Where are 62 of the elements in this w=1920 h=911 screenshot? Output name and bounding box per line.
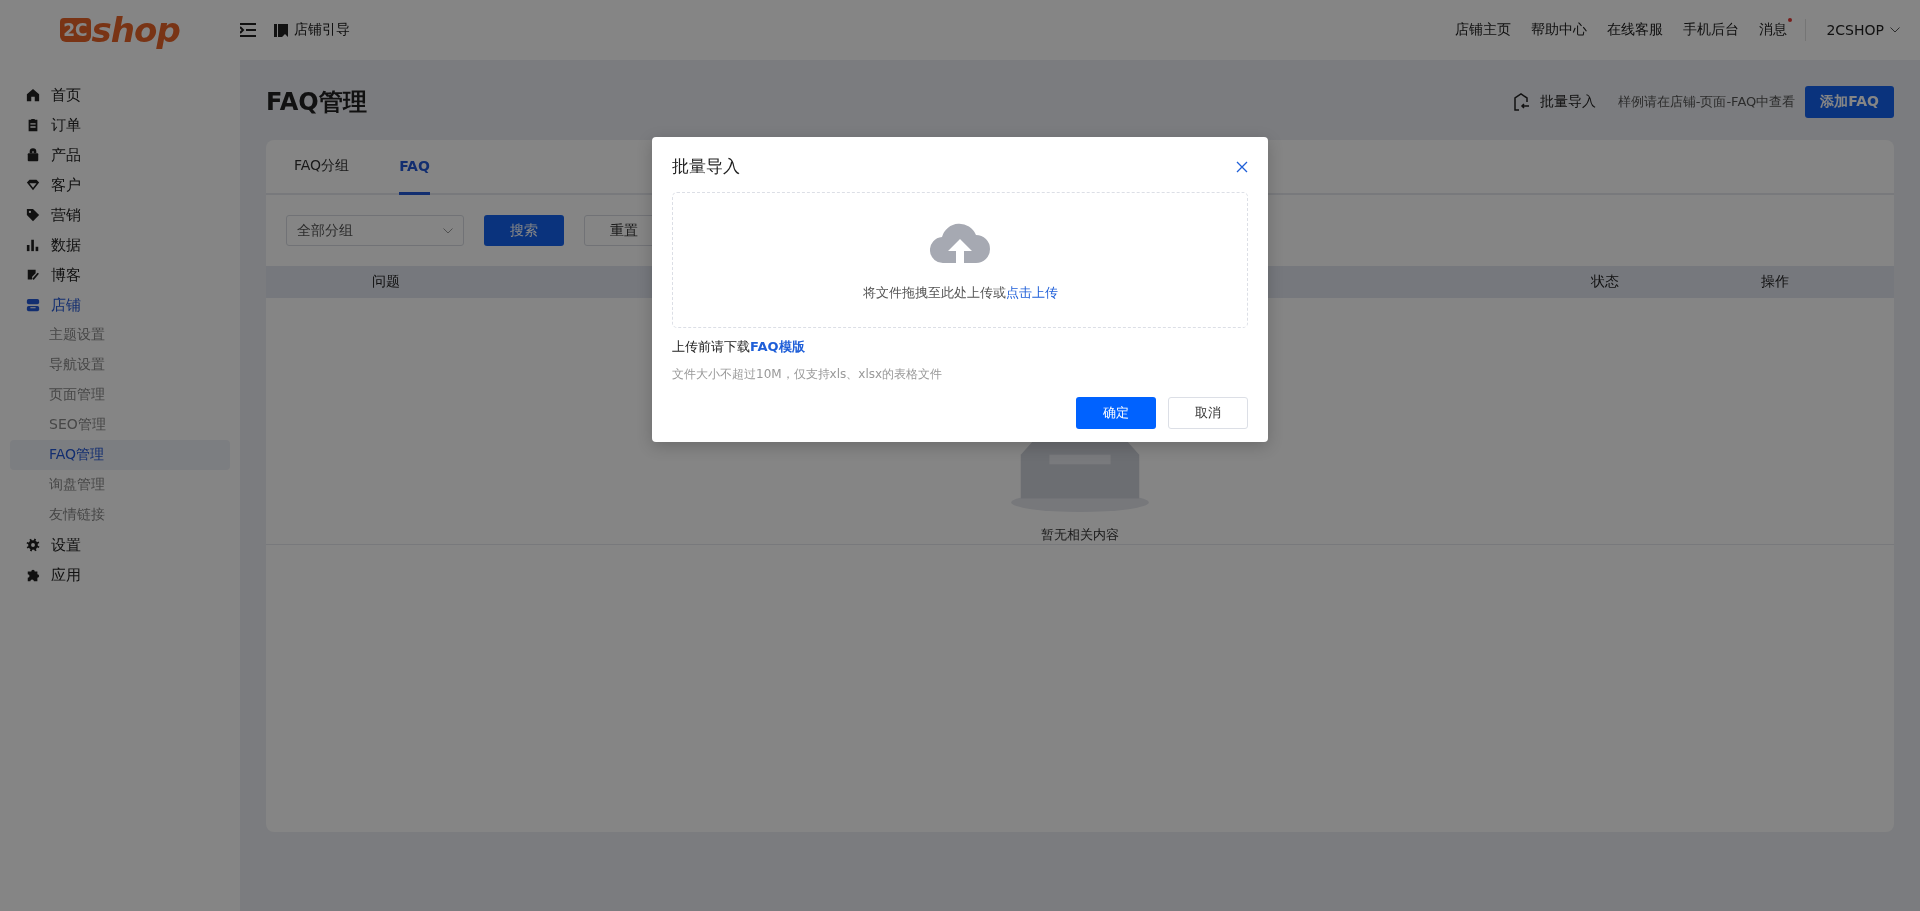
home-icon — [26, 88, 40, 102]
cancel-button[interactable]: 取消 — [1168, 397, 1248, 429]
sidebar-item[interactable]: 博客 — [10, 260, 230, 290]
sidebar-subitem[interactable]: 询盘管理 — [10, 470, 230, 500]
column-header: 问题 — [371, 273, 401, 291]
upload-dropzone[interactable]: 将文件拖拽至此处上传或点击上传 — [672, 192, 1248, 328]
column-header: 操作 — [1760, 273, 1790, 291]
sidebar-item[interactable]: 设置 — [10, 530, 230, 560]
tag-icon — [26, 208, 40, 222]
puzzle-icon — [26, 568, 40, 582]
caret-icon — [443, 227, 453, 234]
sidebar-subitem[interactable]: 导航设置 — [10, 350, 230, 380]
drop-text: 将文件拖拽至此处上传或点击上传 — [862, 283, 1058, 302]
guide-link[interactable]: 店铺引导 — [294, 21, 350, 39]
file-note: 文件大小不超过10M，仅支持xls、xlsx的表格文件 — [672, 366, 944, 383]
tab[interactable]: FAQ分组 — [294, 140, 350, 195]
modal-overlay[interactable] — [0, 0, 1920, 911]
sidebar-subitem[interactable]: 主题设置 — [10, 320, 230, 350]
group-select[interactable]: 全部分组 — [286, 215, 464, 246]
sidebar-item[interactable]: 订单 — [10, 110, 230, 140]
diamond-icon — [26, 178, 40, 192]
column-header: 状态 — [1590, 273, 1620, 291]
add-button[interactable]: 添加FAQ — [1805, 86, 1894, 118]
sidebar-subitem[interactable]: 页面管理 — [10, 380, 230, 410]
user-menu[interactable]: 2CSHOP — [1826, 22, 1900, 38]
hint-text: 样例请在店铺-页面-FAQ中查看 — [1617, 93, 1796, 111]
gear-icon — [26, 538, 40, 552]
clipboard-icon — [26, 118, 40, 132]
caret-icon — [1890, 27, 1900, 33]
template-text: 上传前请下载FAQ模版 — [672, 338, 806, 356]
sidebar-item[interactable]: 应用 — [10, 560, 230, 590]
bag-icon — [26, 148, 40, 162]
sidebar-item[interactable]: 营销 — [10, 200, 230, 230]
header-link[interactable]: 手机后台 — [1683, 21, 1740, 39]
sidebar-item[interactable]: 数据 — [10, 230, 230, 260]
header-link[interactable]: 帮助中心 — [1531, 21, 1588, 39]
page-title: FAQ管理 — [266, 87, 367, 118]
confirm-button[interactable]: 确定 — [1076, 397, 1156, 429]
sidebar-item[interactable]: 首页 — [10, 80, 230, 110]
sidebar-item[interactable]: 店铺 — [10, 290, 230, 320]
sidebar-item[interactable]: 产品 — [10, 140, 230, 170]
import-link[interactable]: 批量导入 — [1539, 93, 1596, 111]
import-icon[interactable] — [1513, 93, 1530, 111]
search-button[interactable]: 搜索 — [484, 215, 564, 246]
sidebar-subitem[interactable]: 友情链接 — [10, 500, 230, 530]
dialog-title: 批量导入 — [672, 155, 740, 178]
store-icon — [26, 298, 40, 312]
header-link[interactable]: 消息 — [1759, 21, 1788, 39]
template-link[interactable]: FAQ模版 — [750, 339, 805, 354]
book-icon — [274, 23, 288, 37]
sidebar-subitem[interactable]: FAQ管理 — [10, 440, 230, 470]
header-link[interactable]: 店铺主页 — [1455, 21, 1512, 39]
tab[interactable]: FAQ — [399, 140, 430, 195]
header-link[interactable]: 在线客服 — [1607, 21, 1664, 39]
close-icon[interactable] — [1236, 160, 1248, 173]
sidebar-item[interactable]: 客户 — [10, 170, 230, 200]
upload-link[interactable]: 点击上传 — [1005, 284, 1058, 300]
menu-icon[interactable] — [240, 23, 256, 37]
sidebar-subitem[interactable]: SEO管理 — [10, 410, 230, 440]
bars-icon — [26, 238, 40, 252]
edit-icon — [26, 268, 40, 282]
empty-text: 暂无相关内容 — [1041, 526, 1119, 544]
